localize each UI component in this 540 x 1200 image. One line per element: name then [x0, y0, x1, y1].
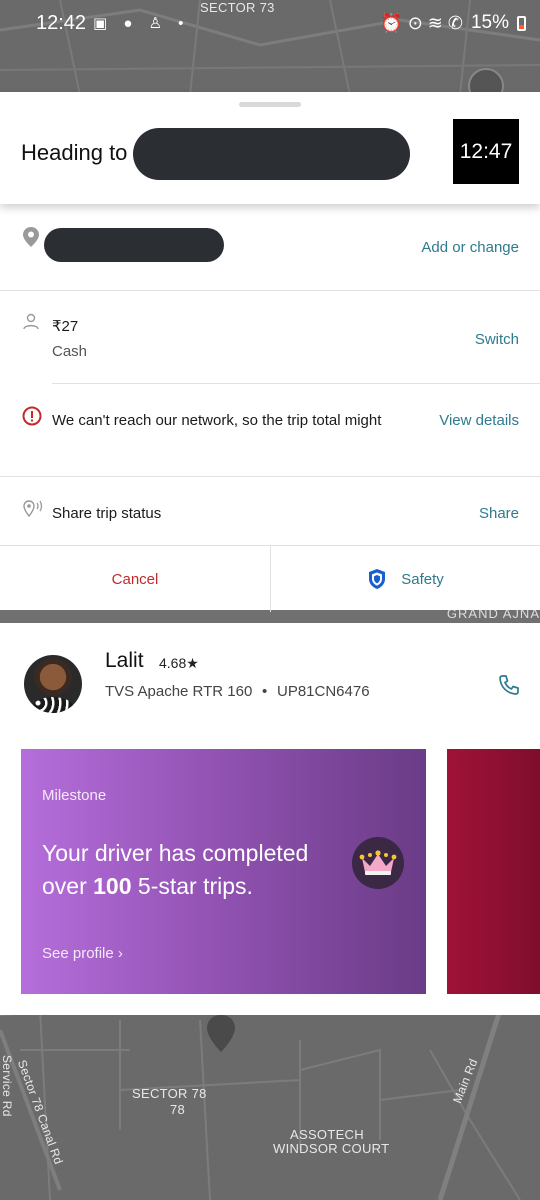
payment-method: Cash: [52, 343, 88, 360]
cancel-button-label: Cancel: [111, 570, 159, 588]
share-trip-label: Share trip status: [52, 505, 162, 522]
map-label-service-rd: Service Rd: [0, 1055, 14, 1117]
map-label-sector78: SECTOR 78: [132, 1086, 207, 1101]
map-label-assotech-2: WINDSOR COURT: [273, 1141, 390, 1156]
notification-icons: ▣ ● ♙ •: [93, 15, 190, 32]
map-roads-bottom: [0, 1010, 521, 1200]
eta-badge: 12:47: [453, 119, 519, 184]
view-details-link[interactable]: View details: [439, 412, 519, 429]
add-or-change-link[interactable]: Add or change: [421, 239, 519, 256]
heading-label: Heading to: [21, 140, 128, 165]
see-profile-link[interactable]: See profile ›: [42, 945, 123, 962]
driver-rating: 4.68★: [159, 655, 199, 671]
battery-icon: [517, 15, 526, 31]
payment-row[interactable]: ₹27 Cash Switch: [0, 291, 540, 383]
cancel-button[interactable]: Cancel: [0, 546, 270, 612]
share-trip-row[interactable]: Share trip status Share: [0, 477, 540, 545]
system-icons: ⏰ ⊙ ≋ ✆: [380, 12, 463, 33]
location-pin-icon: [23, 227, 39, 247]
status-bar: 12:42 ▣ ● ♙ • ⏰ ⊙ ≋ ✆ 15%: [0, 0, 540, 50]
switch-payment-link[interactable]: Switch: [475, 331, 519, 348]
milestone-body-count: 100: [93, 873, 132, 899]
status-right: ⏰ ⊙ ≋ ✆ 15%: [380, 12, 526, 34]
action-buttons: Cancel Safety: [0, 545, 540, 612]
map-label-sector78-num: 78: [170, 1102, 186, 1117]
fare-amount: ₹27: [52, 318, 79, 335]
network-warning-row[interactable]: We can't reach our network, so the trip …: [0, 384, 540, 476]
milestone-title: Milestone: [42, 787, 107, 804]
license-plate: UP81CN6476: [277, 683, 370, 700]
next-card-peek[interactable]: [447, 749, 540, 994]
map-label-assotech-1: ASSOTECH: [290, 1127, 364, 1142]
status-time: 12:42: [36, 12, 87, 34]
share-location-icon: [23, 500, 43, 518]
trip-header: Heading to 12:47: [0, 92, 540, 204]
crown-icon: [352, 837, 404, 889]
shield-icon: [369, 569, 386, 589]
milestone-body-post: 5-star trips.: [131, 873, 253, 899]
safety-button[interactable]: Safety: [271, 546, 540, 612]
milestone-body: Your driver has completed over 100 5-sta…: [42, 837, 342, 903]
separator-dot: •: [262, 683, 268, 700]
share-link[interactable]: Share: [479, 505, 519, 522]
person-icon: [23, 313, 39, 330]
sheet-handle[interactable]: [239, 102, 301, 107]
redacted-destination-name: [133, 128, 410, 180]
battery-percent: 15%: [470, 12, 509, 33]
milestone-card[interactable]: Milestone Your driver has completed over…: [21, 749, 426, 994]
phone-icon[interactable]: [497, 673, 521, 697]
trip-details-panel: Add or change ₹27 Cash Switch We can't r…: [0, 204, 540, 612]
redacted-destination-address: [44, 228, 224, 262]
alert-icon: [22, 406, 42, 426]
map-bottom[interactable]: SECTOR 78 78 ASSOTECH WINDSOR COURT Sect…: [0, 1010, 540, 1200]
safety-button-label: Safety: [401, 570, 444, 588]
driver-panel: Lalit 4.68★ TVS Apache RTR 160 • UP81CN6…: [0, 623, 540, 1015]
vehicle-model: TVS Apache RTR 160: [105, 683, 253, 700]
network-warning-text: We can't reach our network, so the trip …: [52, 412, 382, 429]
destination-row[interactable]: Add or change: [0, 204, 540, 290]
driver-avatar[interactable]: [24, 655, 82, 713]
driver-name: Lalit: [105, 649, 144, 672]
